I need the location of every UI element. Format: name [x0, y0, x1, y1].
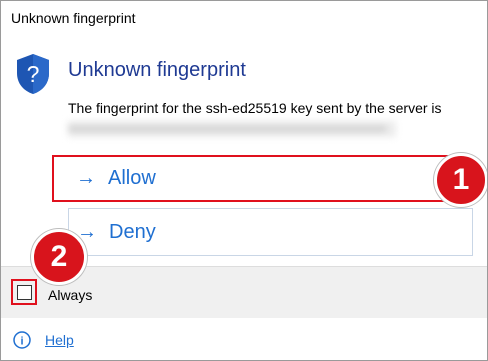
always-label[interactable]: Always — [48, 287, 92, 303]
dialog-heading: Unknown fingerprint — [68, 59, 246, 81]
title-bar: Unknown fingerprint — [1, 1, 487, 35]
svg-text:i: i — [20, 336, 23, 348]
dialog-message: The fingerprint for the ssh-ed25519 key … — [68, 100, 442, 116]
fingerprint-value-redacted: xxxxxxxxxxxxxxxxxxxxxxxxxxxxxxxxxxxxxxxx… — [68, 121, 396, 137]
always-checkbox[interactable] — [17, 285, 32, 300]
shield-question-icon: ? — [17, 54, 49, 94]
step-badge-2: 2 — [31, 229, 87, 285]
help-circle-icon: i — [13, 331, 31, 349]
allow-label: Allow — [108, 167, 156, 189]
allow-button[interactable]: → Allow — [52, 155, 470, 202]
help-link[interactable]: Help — [45, 332, 74, 348]
arrow-right-icon: → — [76, 167, 96, 189]
step-badge-1: 1 — [434, 153, 487, 207]
window-title: Unknown fingerprint — [11, 10, 136, 26]
help-row: i Help — [1, 318, 487, 360]
deny-button[interactable]: → Deny — [68, 208, 473, 256]
fingerprint-dialog: Unknown fingerprint ? Unknown fingerprin… — [0, 0, 488, 361]
svg-text:?: ? — [27, 61, 40, 87]
deny-label: Deny — [109, 220, 156, 243]
